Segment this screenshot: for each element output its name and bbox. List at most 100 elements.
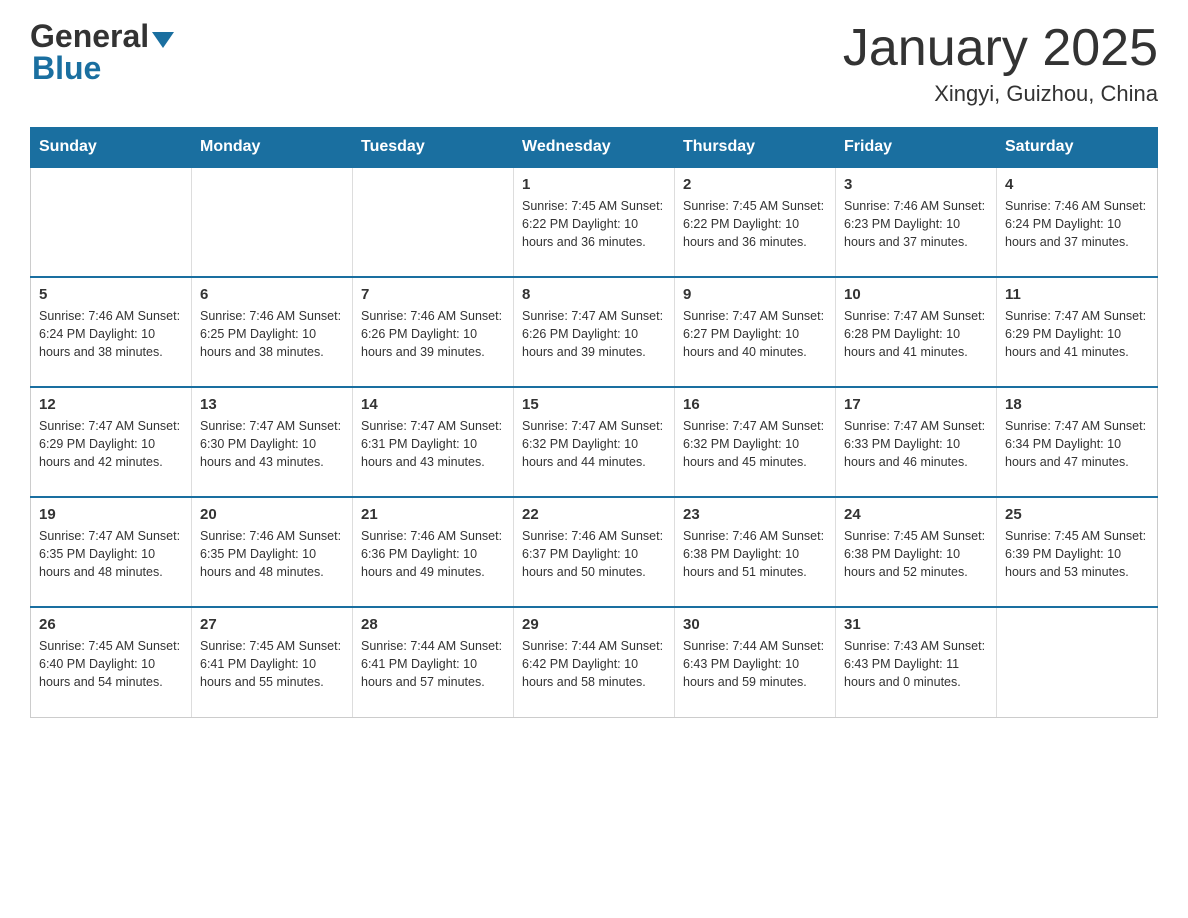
day-number: 12	[39, 396, 183, 413]
day-info: Sunrise: 7:47 AM Sunset: 6:32 PM Dayligh…	[683, 417, 827, 471]
day-number: 21	[361, 506, 505, 523]
day-number: 24	[844, 506, 988, 523]
title-section: January 2025 Xingyi, Guizhou, China	[843, 20, 1158, 107]
calendar-week-3: 12 Sunrise: 7:47 AM Sunset: 6:29 PM Dayli…	[31, 387, 1158, 497]
day-number: 20	[200, 506, 344, 523]
calendar-cell: 12 Sunrise: 7:47 AM Sunset: 6:29 PM Dayli…	[31, 387, 192, 497]
day-number: 25	[1005, 506, 1149, 523]
day-number: 23	[683, 506, 827, 523]
column-header-sunday: Sunday	[31, 128, 192, 168]
day-info: Sunrise: 7:46 AM Sunset: 6:36 PM Dayligh…	[361, 527, 505, 581]
day-info: Sunrise: 7:46 AM Sunset: 6:25 PM Dayligh…	[200, 307, 344, 361]
logo-text: General	[30, 20, 174, 52]
day-info: Sunrise: 7:47 AM Sunset: 6:30 PM Dayligh…	[200, 417, 344, 471]
day-number: 19	[39, 506, 183, 523]
day-number: 13	[200, 396, 344, 413]
day-number: 2	[683, 176, 827, 193]
day-number: 31	[844, 616, 988, 633]
day-number: 29	[522, 616, 666, 633]
calendar-cell: 27 Sunrise: 7:45 AM Sunset: 6:41 PM Dayli…	[192, 607, 353, 717]
day-number: 6	[200, 286, 344, 303]
day-info: Sunrise: 7:45 AM Sunset: 6:41 PM Dayligh…	[200, 637, 344, 691]
column-header-thursday: Thursday	[675, 128, 836, 168]
calendar-week-1: 1 Sunrise: 7:45 AM Sunset: 6:22 PM Daylig…	[31, 167, 1158, 277]
calendar-cell: 31 Sunrise: 7:43 AM Sunset: 6:43 PM Dayli…	[836, 607, 997, 717]
calendar-cell: 8 Sunrise: 7:47 AM Sunset: 6:26 PM Daylig…	[514, 277, 675, 387]
calendar-cell: 26 Sunrise: 7:45 AM Sunset: 6:40 PM Dayli…	[31, 607, 192, 717]
day-number: 27	[200, 616, 344, 633]
day-info: Sunrise: 7:46 AM Sunset: 6:24 PM Dayligh…	[1005, 197, 1149, 251]
column-header-saturday: Saturday	[997, 128, 1158, 168]
calendar-cell: 30Sunrise: 7:44 AM Sunset: 6:43 PM Dayli…	[675, 607, 836, 717]
calendar-cell	[31, 167, 192, 277]
day-info: Sunrise: 7:43 AM Sunset: 6:43 PM Dayligh…	[844, 637, 988, 691]
calendar-week-4: 19 Sunrise: 7:47 AM Sunset: 6:35 PM Dayli…	[31, 497, 1158, 607]
day-info: Sunrise: 7:47 AM Sunset: 6:34 PM Dayligh…	[1005, 417, 1149, 471]
calendar-cell: 7Sunrise: 7:46 AM Sunset: 6:26 PM Daylig…	[353, 277, 514, 387]
calendar-cell: 28Sunrise: 7:44 AM Sunset: 6:41 PM Dayli…	[353, 607, 514, 717]
calendar-cell: 5Sunrise: 7:46 AM Sunset: 6:24 PM Daylig…	[31, 277, 192, 387]
calendar-cell	[353, 167, 514, 277]
day-info: Sunrise: 7:47 AM Sunset: 6:28 PM Dayligh…	[844, 307, 988, 361]
day-number: 9	[683, 286, 827, 303]
day-number: 15	[522, 396, 666, 413]
calendar-cell: 20 Sunrise: 7:46 AM Sunset: 6:35 PM Dayli…	[192, 497, 353, 607]
calendar-week-2: 5Sunrise: 7:46 AM Sunset: 6:24 PM Daylig…	[31, 277, 1158, 387]
day-number: 3	[844, 176, 988, 193]
day-info: Sunrise: 7:46 AM Sunset: 6:24 PM Dayligh…	[39, 307, 183, 361]
day-number: 4	[1005, 176, 1149, 193]
day-number: 16	[683, 396, 827, 413]
calendar-cell: 13 Sunrise: 7:47 AM Sunset: 6:30 PM Dayli…	[192, 387, 353, 497]
calendar-cell	[192, 167, 353, 277]
column-header-wednesday: Wednesday	[514, 128, 675, 168]
calendar-cell: 15 Sunrise: 7:47 AM Sunset: 6:32 PM Dayli…	[514, 387, 675, 497]
calendar-cell: 10Sunrise: 7:47 AM Sunset: 6:28 PM Dayli…	[836, 277, 997, 387]
logo-blue-text: Blue	[32, 50, 101, 87]
calendar-cell: 23Sunrise: 7:46 AM Sunset: 6:38 PM Dayli…	[675, 497, 836, 607]
calendar-cell: 25 Sunrise: 7:45 AM Sunset: 6:39 PM Dayli…	[997, 497, 1158, 607]
calendar-cell: 4 Sunrise: 7:46 AM Sunset: 6:24 PM Daylig…	[997, 167, 1158, 277]
day-info: Sunrise: 7:47 AM Sunset: 6:35 PM Dayligh…	[39, 527, 183, 581]
day-info: Sunrise: 7:47 AM Sunset: 6:29 PM Dayligh…	[39, 417, 183, 471]
day-number: 28	[361, 616, 505, 633]
day-number: 17	[844, 396, 988, 413]
page-header: General Blue January 2025 Xingyi, Guizho…	[30, 20, 1158, 107]
day-info: Sunrise: 7:47 AM Sunset: 6:32 PM Dayligh…	[522, 417, 666, 471]
calendar-title: January 2025	[843, 20, 1158, 77]
day-info: Sunrise: 7:45 AM Sunset: 6:22 PM Dayligh…	[683, 197, 827, 251]
day-number: 7	[361, 286, 505, 303]
calendar-cell: 21 Sunrise: 7:46 AM Sunset: 6:36 PM Dayli…	[353, 497, 514, 607]
calendar-cell: 2 Sunrise: 7:45 AM Sunset: 6:22 PM Daylig…	[675, 167, 836, 277]
calendar-cell: 3 Sunrise: 7:46 AM Sunset: 6:23 PM Daylig…	[836, 167, 997, 277]
day-number: 8	[522, 286, 666, 303]
day-info: Sunrise: 7:47 AM Sunset: 6:29 PM Dayligh…	[1005, 307, 1149, 361]
calendar-header-row: SundayMondayTuesdayWednesdayThursdayFrid…	[31, 128, 1158, 168]
calendar-table: SundayMondayTuesdayWednesdayThursdayFrid…	[30, 127, 1158, 718]
day-info: Sunrise: 7:47 AM Sunset: 6:31 PM Dayligh…	[361, 417, 505, 471]
day-info: Sunrise: 7:47 AM Sunset: 6:33 PM Dayligh…	[844, 417, 988, 471]
day-info: Sunrise: 7:45 AM Sunset: 6:39 PM Dayligh…	[1005, 527, 1149, 581]
calendar-cell: 1 Sunrise: 7:45 AM Sunset: 6:22 PM Daylig…	[514, 167, 675, 277]
calendar-cell: 22 Sunrise: 7:46 AM Sunset: 6:37 PM Dayli…	[514, 497, 675, 607]
calendar-cell	[997, 607, 1158, 717]
calendar-cell: 24Sunrise: 7:45 AM Sunset: 6:38 PM Dayli…	[836, 497, 997, 607]
day-number: 22	[522, 506, 666, 523]
day-info: Sunrise: 7:46 AM Sunset: 6:37 PM Dayligh…	[522, 527, 666, 581]
day-info: Sunrise: 7:46 AM Sunset: 6:35 PM Dayligh…	[200, 527, 344, 581]
logo-triangle-icon	[152, 32, 174, 48]
calendar-cell: 6 Sunrise: 7:46 AM Sunset: 6:25 PM Daylig…	[192, 277, 353, 387]
day-info: Sunrise: 7:44 AM Sunset: 6:42 PM Dayligh…	[522, 637, 666, 691]
day-number: 26	[39, 616, 183, 633]
day-number: 11	[1005, 286, 1149, 303]
calendar-subtitle: Xingyi, Guizhou, China	[843, 81, 1158, 107]
day-info: Sunrise: 7:45 AM Sunset: 6:40 PM Dayligh…	[39, 637, 183, 691]
day-info: Sunrise: 7:44 AM Sunset: 6:43 PM Dayligh…	[683, 637, 827, 691]
day-info: Sunrise: 7:45 AM Sunset: 6:22 PM Dayligh…	[522, 197, 666, 251]
day-info: Sunrise: 7:47 AM Sunset: 6:26 PM Dayligh…	[522, 307, 666, 361]
day-number: 1	[522, 176, 666, 193]
day-info: Sunrise: 7:47 AM Sunset: 6:27 PM Dayligh…	[683, 307, 827, 361]
column-header-tuesday: Tuesday	[353, 128, 514, 168]
logo: General Blue	[30, 20, 174, 87]
day-info: Sunrise: 7:46 AM Sunset: 6:23 PM Dayligh…	[844, 197, 988, 251]
calendar-body: 1 Sunrise: 7:45 AM Sunset: 6:22 PM Daylig…	[31, 167, 1158, 717]
